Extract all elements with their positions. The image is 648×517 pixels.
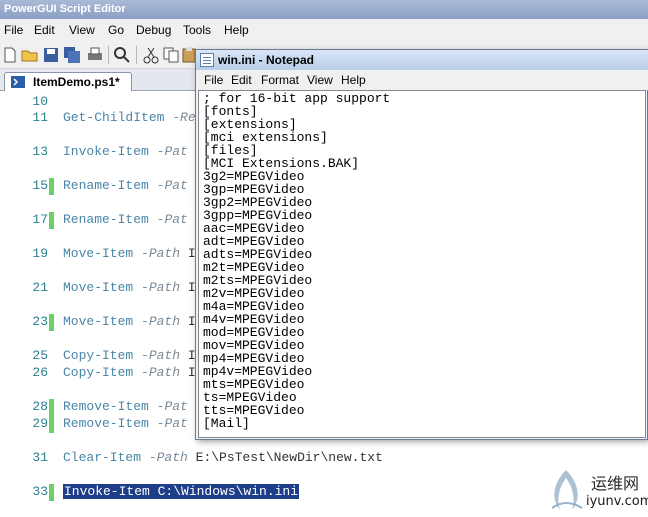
save-all-icon[interactable] xyxy=(63,46,81,64)
watermark: 运维网 iyunv.com xyxy=(542,466,648,514)
line-number: 21 xyxy=(32,280,48,295)
parameter-name: -Pat xyxy=(156,212,188,227)
cmdlet-name: Move-Item xyxy=(63,314,134,329)
code-line[interactable]: Get-ChildItem -Re xyxy=(63,110,196,125)
menu-view[interactable]: View xyxy=(69,23,95,37)
selected-code-text[interactable]: Invoke-Item C:\Windows\win.ini xyxy=(63,484,300,499)
argument-value: E:\PsTest\NewDir\new.txt xyxy=(195,450,383,465)
notepad-menubar: File Edit Format View Help xyxy=(196,70,648,90)
line-number: 15 xyxy=(32,178,48,193)
notepad-menu-view[interactable]: View xyxy=(307,73,333,87)
code-line[interactable]: Remove-Item -Pat xyxy=(63,416,188,431)
save-icon[interactable] xyxy=(42,46,60,64)
code-line[interactable]: Invoke-Item -Pat xyxy=(63,144,188,159)
line-number: 28 xyxy=(32,399,48,414)
cmdlet-name: Remove-Item xyxy=(63,416,149,431)
change-marker xyxy=(49,484,54,501)
watermark-text-cn: 运维网 xyxy=(591,474,640,493)
parameter-name: -Path xyxy=(141,314,181,329)
line-number: 11 xyxy=(32,110,48,125)
powergui-titlebar: PowerGUI Script Editor xyxy=(0,0,648,19)
notepad-content: ; for 16-bit app support [fonts] [extens… xyxy=(203,91,391,431)
cmdlet-name: Move-Item xyxy=(63,246,134,261)
menu-help[interactable]: Help xyxy=(224,23,249,37)
change-marker xyxy=(49,416,54,433)
new-file-icon[interactable] xyxy=(1,46,19,64)
watermark-text-en: iyunv.com xyxy=(586,494,648,509)
notepad-window: win.ini - Notepad File Edit Format View … xyxy=(195,49,648,440)
line-number: 25 xyxy=(32,348,48,363)
tab-itemdemo[interactable]: ItemDemo.ps1* xyxy=(4,72,132,91)
notepad-title: win.ini - Notepad xyxy=(218,53,314,67)
cmdlet-name: Move-Item xyxy=(63,280,134,295)
code-line[interactable]: Move-Item -Path I xyxy=(63,314,196,329)
parameter-name: -Path xyxy=(141,365,181,380)
notepad-text-area[interactable]: ; for 16-bit app support [fonts] [extens… xyxy=(198,90,646,438)
tab-label: ItemDemo.ps1* xyxy=(33,75,120,89)
notepad-menu-edit[interactable]: Edit xyxy=(231,73,252,87)
cmdlet-name: Rename-Item xyxy=(63,212,149,227)
code-line[interactable]: Clear-Item -Path E:\PsTest\NewDir\new.tx… xyxy=(63,450,383,465)
code-line[interactable]: Invoke-Item C:\Windows\win.ini xyxy=(63,484,300,499)
copy-icon[interactable] xyxy=(162,46,180,64)
powershell-script-icon xyxy=(11,76,25,88)
parameter-name: -Path xyxy=(141,246,181,261)
line-number: 23 xyxy=(32,314,48,329)
powergui-menubar: File Edit View Go Debug Tools Help xyxy=(0,19,648,41)
open-folder-icon[interactable] xyxy=(21,46,39,64)
change-marker xyxy=(49,399,54,416)
print-icon[interactable] xyxy=(86,46,104,64)
line-number: 10 xyxy=(32,94,48,109)
cmdlet-name: Rename-Item xyxy=(63,178,149,193)
change-marker xyxy=(49,178,54,195)
code-line[interactable]: Move-Item -Path I xyxy=(63,246,196,261)
notepad-icon xyxy=(200,53,214,67)
parameter-name: -Pat xyxy=(156,178,188,193)
cmdlet-name: Copy-Item xyxy=(63,348,134,363)
cmdlet-name: Copy-Item xyxy=(63,365,134,380)
notepad-menu-file[interactable]: File xyxy=(204,73,223,87)
find-icon[interactable] xyxy=(113,46,131,64)
toolbar-separator xyxy=(136,46,137,64)
parameter-name: -Path xyxy=(148,450,188,465)
menu-go[interactable]: Go xyxy=(108,23,124,37)
notepad-titlebar[interactable]: win.ini - Notepad xyxy=(196,50,648,70)
notepad-menu-help[interactable]: Help xyxy=(341,73,366,87)
notepad-menu-format[interactable]: Format xyxy=(261,73,299,87)
cut-icon[interactable] xyxy=(142,46,160,64)
cmdlet-name: Invoke-Item xyxy=(63,144,149,159)
parameter-name: -Pat xyxy=(156,399,188,414)
parameter-name: -Pat xyxy=(156,144,188,159)
line-number: 33 xyxy=(32,484,48,499)
line-number: 17 xyxy=(32,212,48,227)
powergui-title: PowerGUI Script Editor xyxy=(4,3,126,15)
code-line[interactable]: Copy-Item -Path I xyxy=(63,348,196,363)
code-line[interactable]: Rename-Item -Pat xyxy=(63,178,188,193)
menu-debug[interactable]: Debug xyxy=(136,23,171,37)
menu-edit[interactable]: Edit xyxy=(34,23,55,37)
change-marker xyxy=(49,212,54,229)
code-line[interactable]: Move-Item -Path I xyxy=(63,280,196,295)
code-line[interactable]: Copy-Item -Path I xyxy=(63,365,196,380)
menu-tools[interactable]: Tools xyxy=(183,23,211,37)
toolbar-separator xyxy=(108,46,109,64)
parameter-name: -Path xyxy=(141,348,181,363)
line-number: 29 xyxy=(32,416,48,431)
watermark-logo-icon xyxy=(551,470,583,510)
line-number: 26 xyxy=(32,365,48,380)
parameter-name: -Pat xyxy=(156,416,188,431)
cmdlet-name: Remove-Item xyxy=(63,399,149,414)
change-marker xyxy=(49,314,54,331)
line-number: 19 xyxy=(32,246,48,261)
code-line[interactable]: Rename-Item -Pat xyxy=(63,212,188,227)
cmdlet-name: Clear-Item xyxy=(63,450,142,465)
code-line[interactable]: Remove-Item -Pat xyxy=(63,399,188,414)
menu-file[interactable]: File xyxy=(4,23,23,37)
line-number: 31 xyxy=(32,450,48,465)
line-number-gutter: 10 11 13 15 17 19 21 23 25 26 28 29 31 33 xyxy=(0,91,54,517)
parameter-name: -Path xyxy=(141,280,181,295)
parameter-name: -Re xyxy=(172,110,196,125)
cmdlet-name: Get-ChildItem xyxy=(63,110,165,125)
line-number: 13 xyxy=(32,144,48,159)
